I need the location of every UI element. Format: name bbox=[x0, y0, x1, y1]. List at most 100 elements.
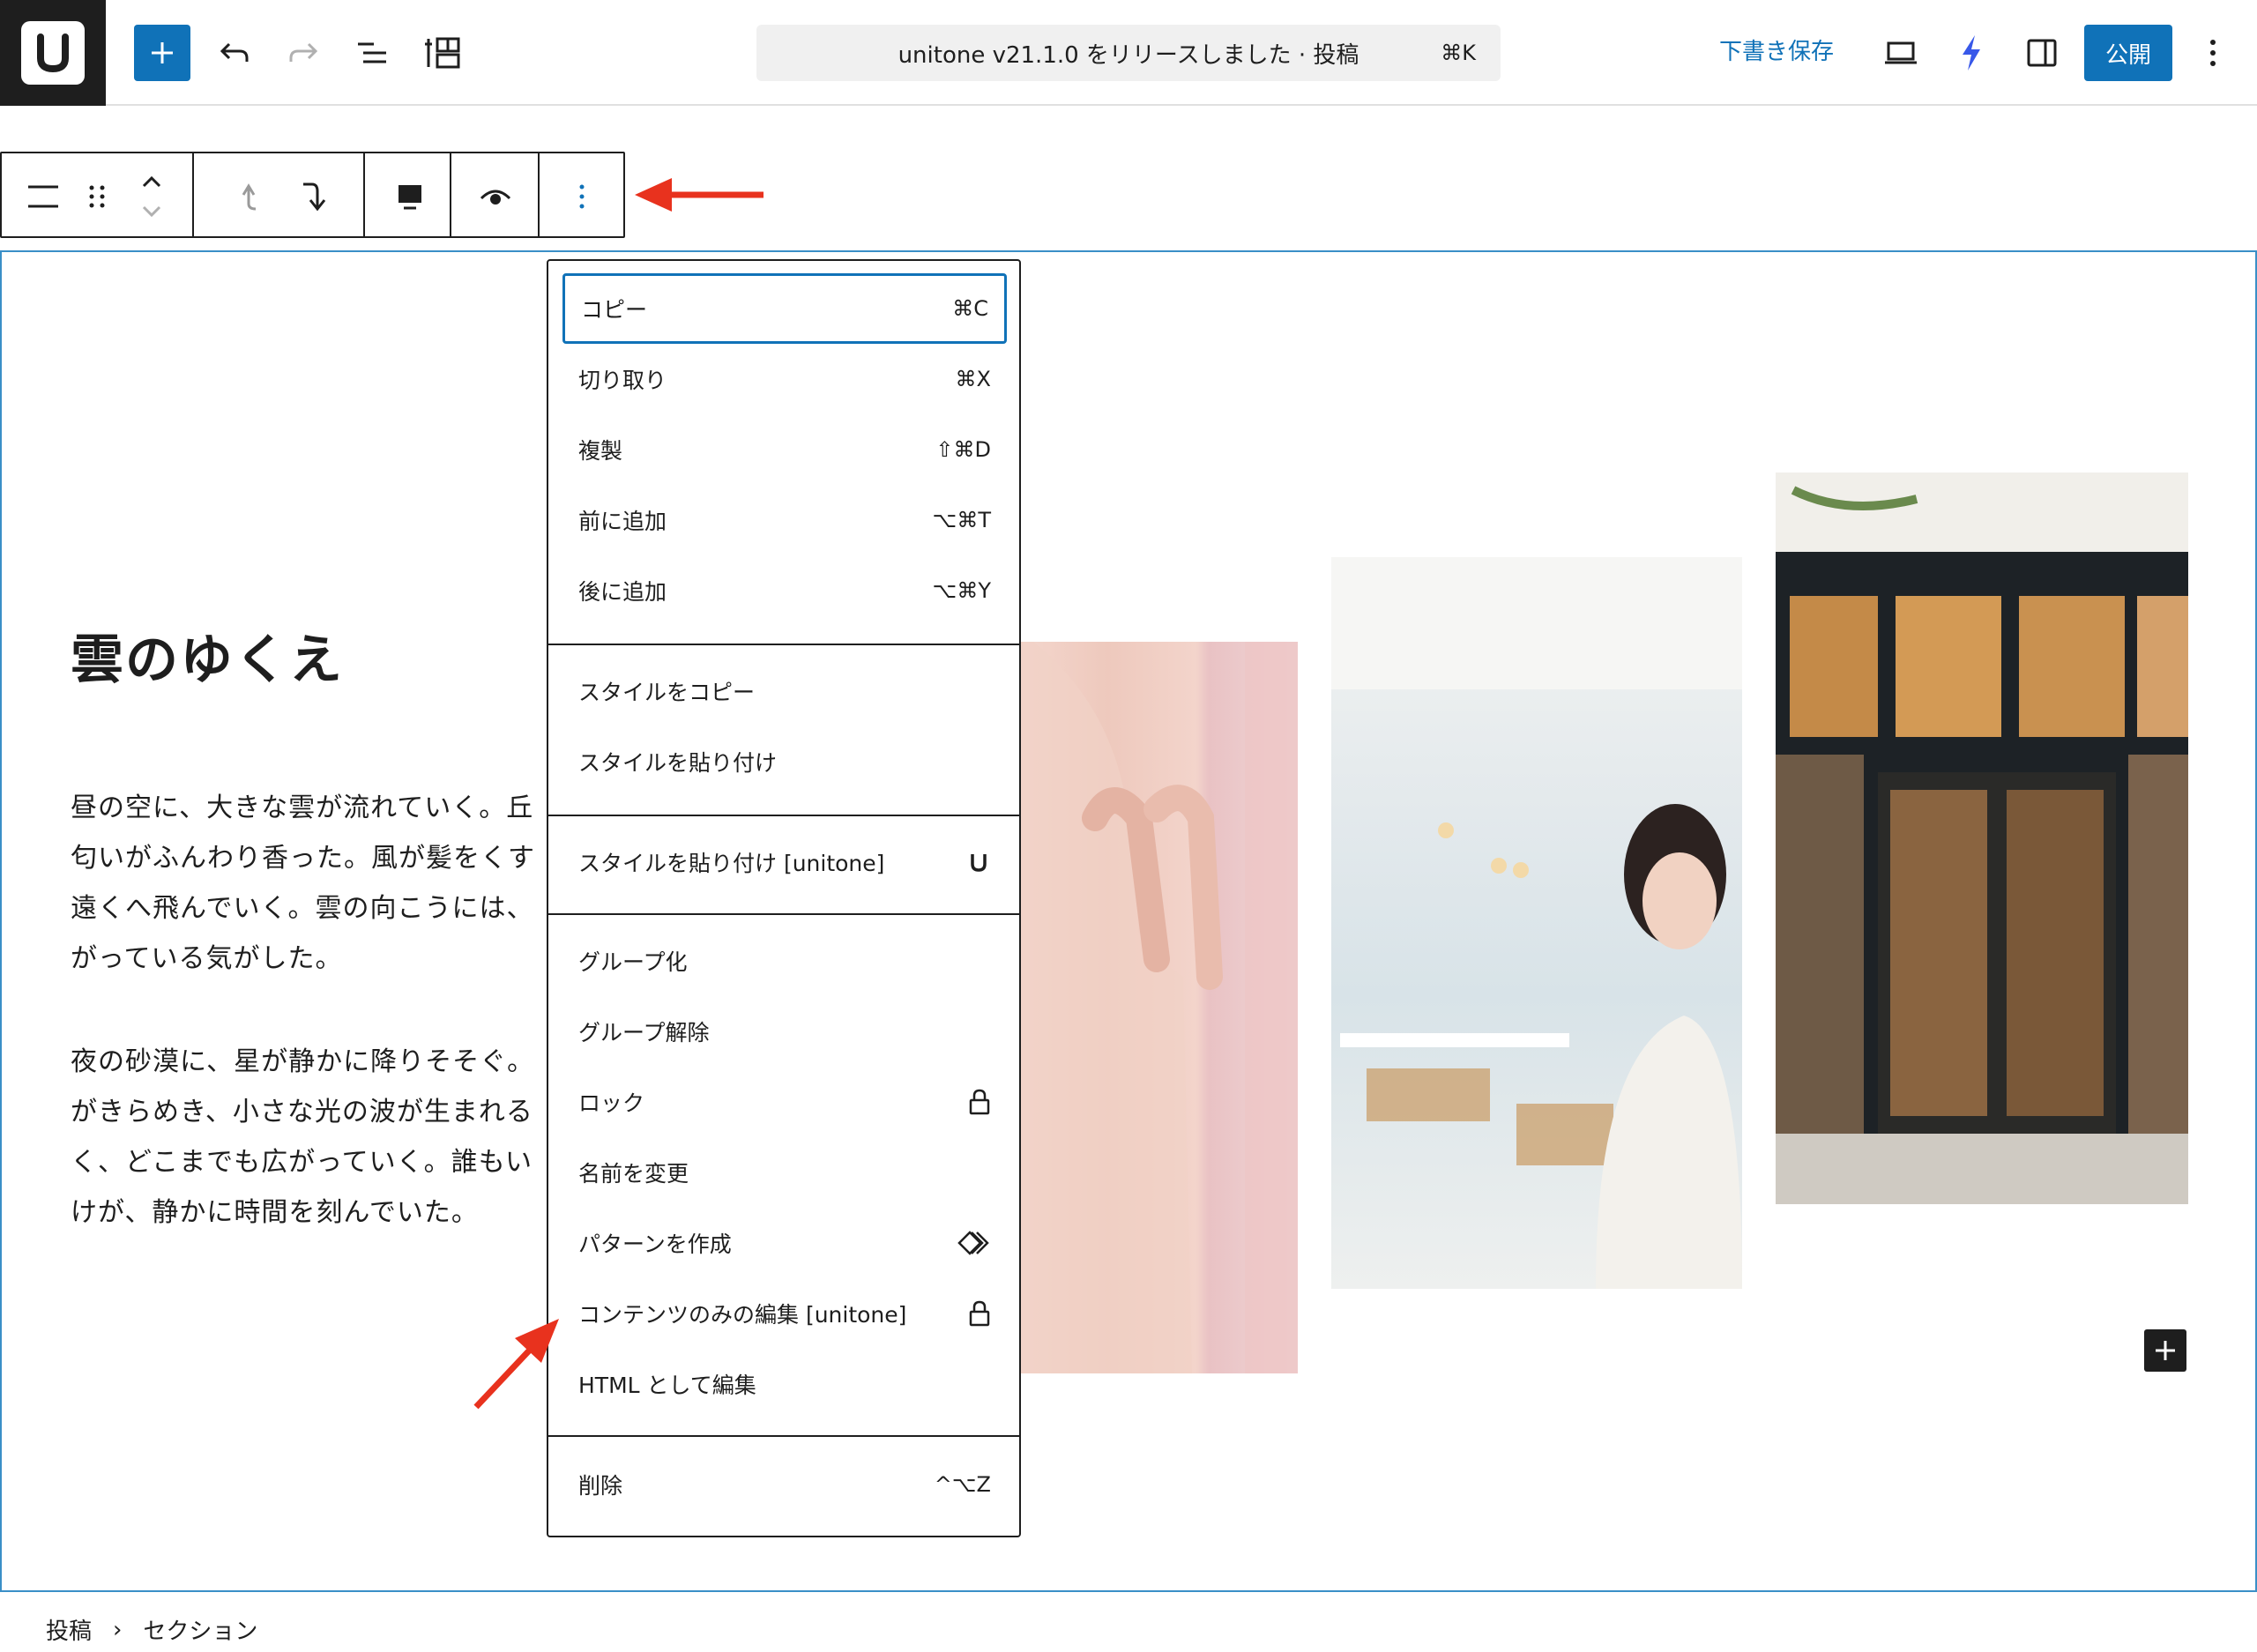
menu-item-label: 前に追加 bbox=[578, 509, 667, 534]
paragraph-line: がきらめき、小さな光の波が生まれる bbox=[71, 1097, 533, 1127]
block-inserter-layout-button[interactable] bbox=[420, 30, 466, 76]
drag-handle[interactable] bbox=[79, 175, 115, 219]
menu-item-label: 複製 bbox=[578, 438, 623, 464]
unitone-icon bbox=[971, 854, 987, 872]
document-overview-button[interactable] bbox=[349, 30, 395, 76]
plus-icon bbox=[152, 42, 173, 63]
image-hand-photo[interactable] bbox=[980, 642, 1298, 1373]
select-parent-button[interactable] bbox=[227, 175, 272, 219]
paragraph-line: く、どこまでも広がっていく。誰もい bbox=[71, 1147, 533, 1178]
menu-item-label: グループ化 bbox=[578, 949, 688, 975]
breadcrumb-item-post[interactable]: 投稿 bbox=[46, 1613, 92, 1646]
more-options-icon bbox=[579, 184, 585, 209]
top-toolbar: unitone v21.1.0 をリリースしました · 投稿 ⌘K 下書き保存 … bbox=[0, 0, 2257, 106]
menu-item-insert-before[interactable]: 前に追加 ⌥⌘T bbox=[562, 485, 1007, 555]
office-photo-illustration bbox=[1331, 557, 1742, 1289]
preview-visibility-button[interactable] bbox=[473, 175, 518, 219]
image-cafe-photo[interactable] bbox=[1776, 473, 2188, 1204]
menu-item-paste-styles-unitone[interactable]: スタイルを貼り付け [unitone] bbox=[562, 827, 1007, 897]
publish-button[interactable]: 公開 bbox=[2084, 25, 2172, 81]
drag-handle-icon bbox=[89, 185, 105, 208]
menu-item-shortcut: ⇧⌘D bbox=[935, 437, 991, 462]
menu-item-lock[interactable]: ロック bbox=[562, 1067, 1007, 1137]
lightning-icon bbox=[1963, 35, 1980, 71]
performance-button[interactable] bbox=[1948, 30, 1994, 76]
menu-item-group[interactable]: グループ化 bbox=[562, 926, 1007, 996]
lock-icon bbox=[969, 1089, 990, 1115]
document-title-bar[interactable]: unitone v21.1.0 をリリースしました · 投稿 ⌘K bbox=[756, 25, 1501, 81]
add-block-button[interactable] bbox=[134, 25, 190, 81]
menu-item-delete[interactable]: 削除 ^⌥Z bbox=[562, 1449, 1007, 1520]
menu-item-shortcut: ⌘C bbox=[952, 296, 988, 321]
add-block-inline-button[interactable] bbox=[2144, 1329, 2186, 1372]
move-up-down-icon bbox=[142, 175, 161, 218]
align-icon bbox=[399, 185, 421, 210]
post-heading[interactable]: 雲のゆくえ bbox=[71, 617, 344, 694]
menu-item-ungroup[interactable]: グループ解除 bbox=[562, 996, 1007, 1067]
menu-item-copy[interactable]: コピー ⌘C bbox=[562, 273, 1007, 344]
menu-item-rename[interactable]: 名前を変更 bbox=[562, 1137, 1007, 1208]
paragraph-1[interactable]: 昼の空に、大きな雲が流れていく。丘 匂いがふんわり香った。風が髪をくす 遠くへ飛… bbox=[71, 783, 547, 984]
annotation-arrow-icon bbox=[473, 1319, 559, 1410]
menu-item-duplicate[interactable]: 複製 ⇧⌘D bbox=[562, 414, 1007, 485]
menu-item-shortcut: ^⌥Z bbox=[934, 1472, 991, 1497]
chevron-right-icon: › bbox=[113, 1616, 123, 1643]
unitone-logo-icon bbox=[37, 33, 69, 73]
move-to-next-button[interactable] bbox=[291, 175, 335, 219]
menu-item-label: 切り取り bbox=[578, 368, 667, 393]
kebab-menu-icon bbox=[2210, 40, 2216, 66]
menu-item-label: 名前を変更 bbox=[578, 1161, 689, 1187]
paragraph-line: けが、静かに時間を刻んでいた。 bbox=[71, 1197, 479, 1228]
lock-icon bbox=[969, 1300, 990, 1327]
menu-item-label: コピー bbox=[581, 297, 648, 323]
menu-divider bbox=[548, 913, 1019, 915]
menu-item-label: スタイルを貼り付け bbox=[578, 750, 778, 776]
hand-photo-illustration bbox=[980, 642, 1298, 1373]
menu-item-edit-as-html[interactable]: HTML として編集 bbox=[562, 1349, 1007, 1419]
preview-device-button[interactable] bbox=[1878, 30, 1924, 76]
menu-item-label: スタイルを貼り付け [unitone] bbox=[578, 851, 885, 876]
layout-grid-icon bbox=[425, 37, 460, 69]
block-type-button[interactable] bbox=[21, 175, 65, 219]
paragraph-2[interactable]: 夜の砂漠に、星が静かに降りそそぐ。 がきらめき、小さな光の波が生まれる く、どこ… bbox=[71, 1037, 547, 1238]
settings-sidebar-button[interactable] bbox=[2019, 30, 2065, 76]
align-button[interactable] bbox=[388, 175, 432, 219]
redo-icon bbox=[289, 42, 318, 62]
menu-item-label: コンテンツのみの編集 [unitone] bbox=[578, 1302, 907, 1328]
menu-item-cut[interactable]: 切り取り ⌘X bbox=[562, 344, 1007, 414]
menu-item-shortcut: ⌘X bbox=[955, 367, 991, 391]
menu-item-insert-after[interactable]: 後に追加 ⌥⌘Y bbox=[562, 555, 1007, 626]
menu-item-label: スタイルをコピー bbox=[578, 680, 756, 705]
site-logo-button[interactable] bbox=[0, 0, 106, 106]
list-view-icon bbox=[358, 42, 386, 63]
menu-item-copy-styles[interactable]: スタイルをコピー bbox=[562, 656, 1007, 726]
redo-button[interactable] bbox=[280, 30, 326, 76]
block-options-button[interactable] bbox=[562, 175, 601, 219]
menu-item-label: パターンを作成 bbox=[578, 1232, 732, 1257]
options-button[interactable] bbox=[2195, 30, 2231, 76]
toolbar-separator bbox=[450, 153, 451, 236]
paragraph-line: 遠くへ飛んでいく。雲の向こうには、 bbox=[71, 893, 534, 924]
select-parent-icon bbox=[242, 183, 257, 211]
undo-button[interactable] bbox=[212, 30, 257, 76]
menu-item-create-pattern[interactable]: パターンを作成 bbox=[562, 1208, 1007, 1278]
menu-item-content-only-edit[interactable]: コンテンツのみの編集 [unitone] bbox=[562, 1278, 1007, 1349]
pattern-icon bbox=[957, 1231, 989, 1255]
move-up-down-buttons[interactable] bbox=[132, 167, 171, 226]
move-next-icon bbox=[303, 182, 326, 212]
annotation-arrow-icon bbox=[635, 178, 764, 212]
paragraph-line: 匂いがふんわり香った。風が髪をくす bbox=[71, 843, 535, 874]
cafe-photo-illustration bbox=[1776, 473, 2188, 1204]
undo-icon bbox=[220, 42, 249, 62]
desktop-icon bbox=[1885, 41, 1917, 64]
breadcrumb-item-section[interactable]: セクション bbox=[143, 1613, 257, 1646]
document-title: unitone v21.1.0 をリリースしました · 投稿 bbox=[898, 41, 1359, 69]
menu-divider bbox=[548, 1435, 1019, 1437]
image-office-photo[interactable] bbox=[1331, 557, 1742, 1289]
paragraph-line: がっている気がした。 bbox=[71, 943, 343, 974]
menu-item-paste-styles[interactable]: スタイルを貼り付け bbox=[562, 726, 1007, 797]
save-draft-button[interactable]: 下書き保存 bbox=[1719, 33, 1834, 66]
menu-item-label: HTML として編集 bbox=[578, 1373, 756, 1398]
plus-icon bbox=[2156, 1341, 2175, 1360]
preview-icon bbox=[480, 190, 511, 205]
